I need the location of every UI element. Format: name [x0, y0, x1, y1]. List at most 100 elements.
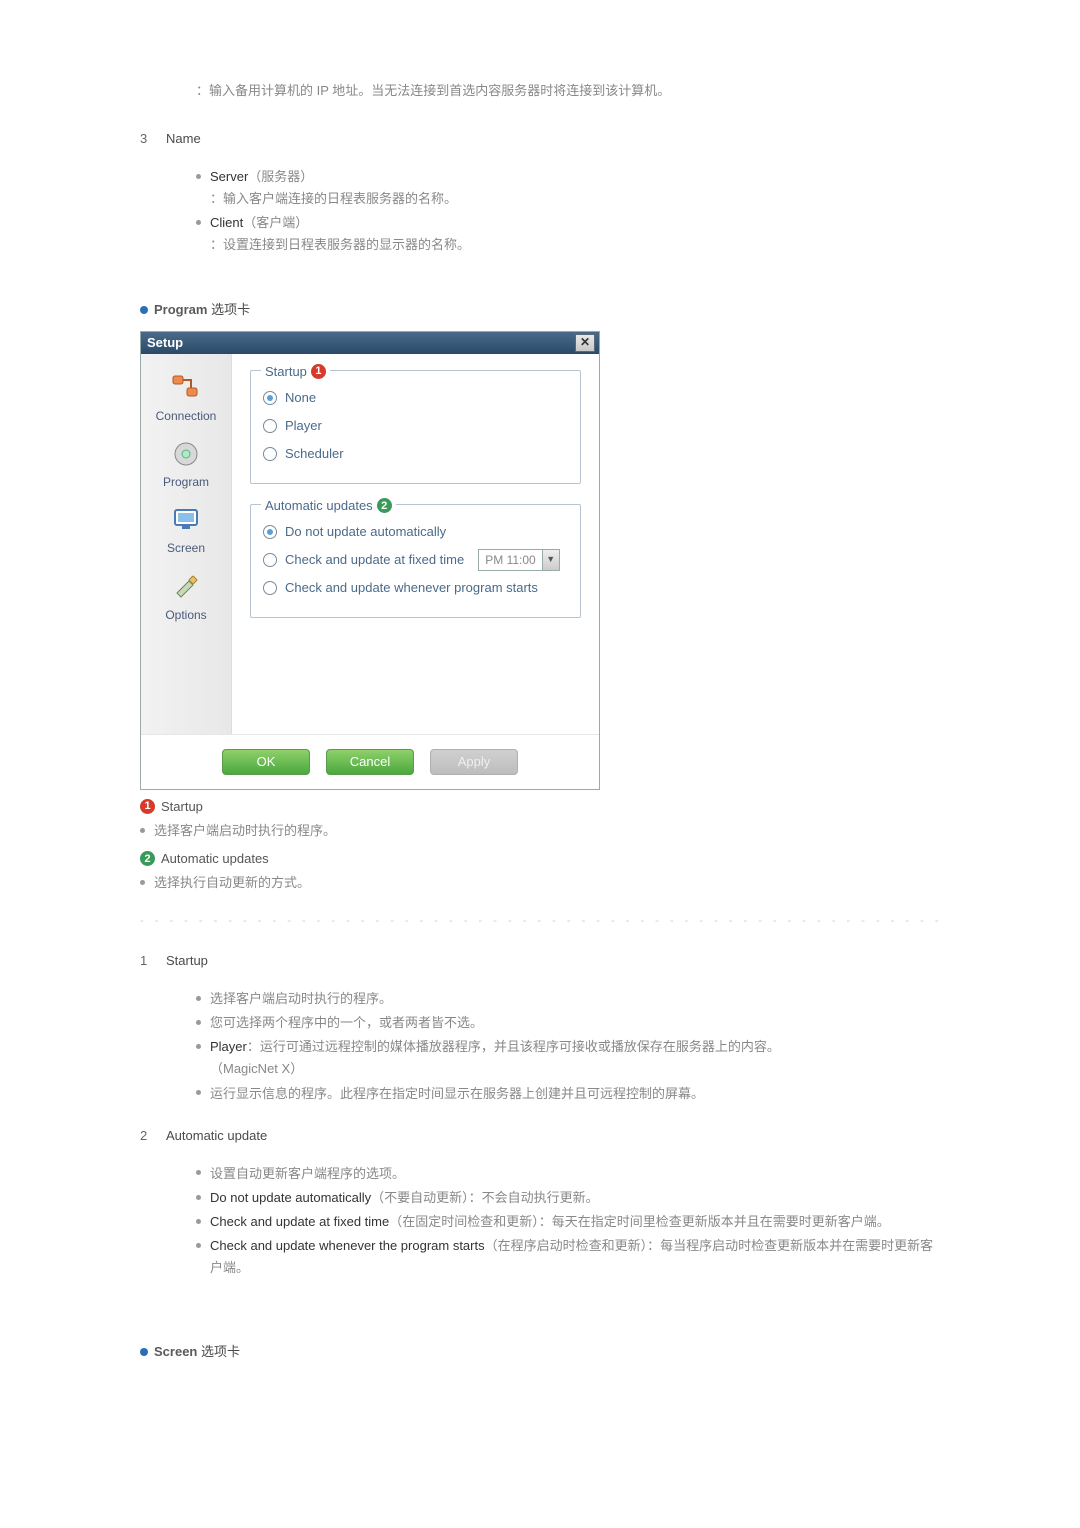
- list-item: 设置自动更新客户端程序的选项。: [196, 1163, 940, 1185]
- sidebar-item-label: Options: [165, 605, 206, 625]
- callout-2-title: Automatic updates: [161, 848, 269, 870]
- auto-updates-fieldset: Automatic updates 2 Do not update automa…: [250, 504, 581, 618]
- radio-label: Check and update at fixed time: [285, 549, 464, 571]
- close-icon[interactable]: ✕: [575, 334, 595, 352]
- apply-button[interactable]: Apply: [430, 749, 518, 775]
- radio-label: Player: [285, 415, 322, 437]
- radio-on-start[interactable]: Check and update whenever program starts: [263, 577, 568, 599]
- num-1: 1: [140, 950, 154, 1107]
- program-head-bold: Program: [154, 302, 207, 317]
- program-icon: [169, 438, 203, 470]
- callout-2: 2 Automatic updates: [140, 848, 940, 870]
- sidebar-item-label: Connection: [156, 406, 217, 426]
- program-tab-header: Program 选项卡: [140, 299, 940, 321]
- radio-player[interactable]: Player: [263, 415, 568, 437]
- server-label: Server: [210, 169, 248, 184]
- titlebar: Setup ✕: [141, 332, 599, 354]
- bullet-icon: [140, 306, 148, 314]
- server-item: Server（服务器） ：输入客户端连接的日程表服务器的名称。: [196, 166, 940, 210]
- time-value: PM 11:00: [479, 550, 541, 570]
- num-2: 2: [140, 1125, 154, 1282]
- badge-2-icon: 2: [140, 851, 155, 866]
- dialog-title: Setup: [147, 332, 183, 354]
- opt-start-label: Check and update whenever the program st…: [210, 1238, 485, 1253]
- dialog-panel: Startup 1 None Player: [232, 354, 599, 734]
- radio-scheduler[interactable]: Scheduler: [263, 443, 568, 465]
- name-title: Name: [166, 128, 940, 150]
- opt-fixed-label: Check and update at fixed time: [210, 1214, 389, 1229]
- detail1-title: Startup: [166, 950, 940, 972]
- setup-dialog: Setup ✕ Connection Program: [140, 331, 600, 790]
- badge-1-icon: 1: [311, 364, 326, 379]
- radio-fixed-time[interactable]: Check and update at fixed time PM 11:00 …: [263, 549, 568, 571]
- ok-button[interactable]: OK: [222, 749, 310, 775]
- radio-icon[interactable]: [263, 391, 277, 405]
- dialog-footer: OK Cancel Apply: [141, 734, 599, 789]
- cancel-button[interactable]: Cancel: [326, 749, 414, 775]
- radio-label: Check and update whenever program starts: [285, 577, 538, 599]
- badge-1-icon: 1: [140, 799, 155, 814]
- list-item: 运行显示信息的程序。此程序在指定时间显示在服务器上创建并且可远程控制的屏幕。: [196, 1083, 940, 1105]
- callout-1: 1 Startup: [140, 796, 940, 818]
- list-item: Do not update automatically（不要自动更新）：不会自动…: [196, 1187, 940, 1209]
- radio-icon[interactable]: [263, 419, 277, 433]
- radio-no-update[interactable]: Do not update automatically: [263, 521, 568, 543]
- callout-2-desc: 选择执行自动更新的方式。: [140, 872, 940, 894]
- startup-legend: Startup: [265, 361, 307, 383]
- screen-head-bold: Screen: [154, 1344, 197, 1359]
- radio-icon[interactable]: [263, 525, 277, 539]
- detail-2-auto: 2 Automatic update 设置自动更新客户端程序的选项。 Do no…: [140, 1125, 940, 1282]
- sidebar-item-label: Program: [163, 472, 209, 492]
- options-icon: [169, 571, 203, 603]
- startup-fieldset: Startup 1 None Player: [250, 370, 581, 484]
- client-item: Client（客户端） ：设置连接到日程表服务器的显示器的名称。: [196, 212, 940, 256]
- list-item: Check and update at fixed time（在固定时间检查和更…: [196, 1211, 940, 1233]
- client-label: Client: [210, 215, 243, 230]
- list-item: 您可选择两个程序中的一个，或者两者皆不选。: [196, 1012, 940, 1034]
- radio-icon[interactable]: [263, 553, 277, 567]
- list-item: 选择客户端启动时执行的程序。: [196, 988, 940, 1010]
- radio-label: Do not update automatically: [285, 521, 446, 543]
- bullet-icon: [140, 1348, 148, 1356]
- radio-none[interactable]: None: [263, 387, 568, 409]
- screen-icon: [169, 504, 203, 536]
- time-select[interactable]: PM 11:00 ▼: [478, 549, 559, 571]
- radio-label: Scheduler: [285, 443, 344, 465]
- num-3: 3: [140, 128, 154, 258]
- callout-1-desc: 选择客户端启动时执行的程序。: [140, 820, 940, 842]
- opt-fixed-desc: （在固定时间检查和更新）：每天在指定时间里检查更新版本并且在需要时更新客户端。: [389, 1214, 890, 1229]
- screen-head-rest: 选项卡: [197, 1344, 240, 1359]
- client-desc: ：设置连接到日程表服务器的显示器的名称。: [210, 234, 940, 256]
- program-head-rest: 选项卡: [207, 302, 250, 317]
- auto-legend: Automatic updates: [265, 495, 373, 517]
- list-item: Player：运行可通过远程控制的媒体播放器程序，并且该程序可接收或播放保存在服…: [196, 1036, 940, 1080]
- client-paren: （客户端）: [243, 215, 308, 230]
- connection-icon: [169, 372, 203, 404]
- sidebar-item-screen[interactable]: Screen: [141, 500, 231, 562]
- dialog-sidebar: Connection Program Screen: [141, 354, 232, 734]
- sidebar-item-options[interactable]: Options: [141, 567, 231, 629]
- radio-label: None: [285, 387, 316, 409]
- sidebar-item-label: Screen: [167, 538, 205, 558]
- detail2-title: Automatic update: [166, 1125, 940, 1147]
- opt-no-update-label: Do not update automatically: [210, 1190, 371, 1205]
- player-label: Player: [210, 1039, 247, 1054]
- callout-1-title: Startup: [161, 796, 203, 818]
- opt-no-update-desc: （不要自动更新）：不会自动执行更新。: [371, 1190, 599, 1205]
- detail-1-startup: 1 Startup 选择客户端启动时执行的程序。 您可选择两个程序中的一个，或者…: [140, 950, 940, 1107]
- intro-note: ：输入备用计算机的 IP 地址。当无法连接到首选内容服务器时将连接到该计算机。: [140, 80, 940, 102]
- radio-icon[interactable]: [263, 581, 277, 595]
- radio-icon[interactable]: [263, 447, 277, 461]
- chevron-down-icon[interactable]: ▼: [542, 550, 559, 570]
- list-item: Check and update whenever the program st…: [196, 1235, 940, 1279]
- divider: - - - - - - - - - - - - - - - - - - - - …: [140, 912, 940, 924]
- screen-tab-header: Screen 选项卡: [140, 1341, 940, 1363]
- section-3-name: 3 Name Server（服务器） ：输入客户端连接的日程表服务器的名称。 C…: [140, 128, 940, 258]
- badge-2-icon: 2: [377, 498, 392, 513]
- sidebar-item-program[interactable]: Program: [141, 434, 231, 496]
- player-desc: ：运行可通过远程控制的媒体播放器程序，并且该程序可接收或播放保存在服务器上的内容…: [247, 1039, 780, 1054]
- server-desc: ：输入客户端连接的日程表服务器的名称。: [210, 188, 940, 210]
- server-paren: （服务器）: [248, 169, 313, 184]
- sidebar-item-connection[interactable]: Connection: [141, 368, 231, 430]
- player-note: （MagicNet X）: [210, 1058, 940, 1080]
